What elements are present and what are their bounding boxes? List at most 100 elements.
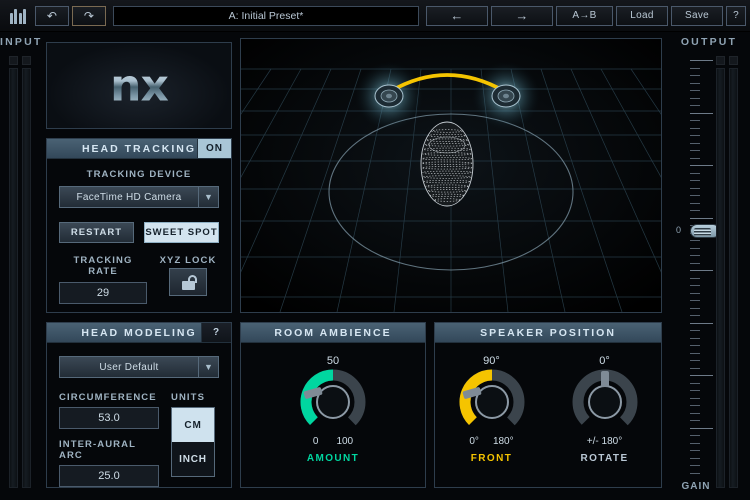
head-profile-dropdown[interactable]: User Default ▼ [59, 356, 219, 378]
next-preset-button[interactable]: → [491, 5, 553, 26]
waves-logo-icon [4, 5, 32, 27]
rotate-knob-graphic [572, 369, 637, 435]
front-knob-value: 90° [483, 355, 500, 367]
units-label: UNITS [171, 392, 205, 403]
front-knob[interactable] [459, 369, 525, 435]
input-meters [9, 56, 31, 488]
unit-option-cm[interactable]: CM [172, 408, 214, 442]
unlock-icon [181, 274, 197, 290]
xyz-lock-button[interactable] [169, 268, 207, 296]
tracking-device-label: TRACKING DEVICE [86, 169, 192, 180]
undo-button[interactable]: ↶ [35, 5, 69, 26]
copy-a-to-b-button[interactable]: A→B [556, 5, 613, 26]
restart-button[interactable]: RESTART [59, 222, 134, 243]
front-knob-label: FRONT [470, 453, 513, 464]
amount-knob-cell: 50 0 100 AMOUNT [283, 355, 383, 464]
output-meter-right [729, 56, 738, 488]
right-speaker [491, 84, 521, 108]
input-meter-right [22, 56, 31, 488]
help-button[interactable]: ? [726, 5, 746, 26]
head-modeling-title: HEAD MODELING [81, 326, 197, 339]
previous-preset-button[interactable]: ← [426, 5, 488, 26]
amount-knob[interactable] [300, 369, 366, 435]
room-ambience-title: ROOM AMBIENCE [274, 326, 392, 339]
wireframe-head [420, 121, 474, 207]
tracking-rate-value[interactable]: 29 [59, 282, 147, 304]
output-clip-right[interactable] [729, 56, 738, 65]
head-tracking-header: HEAD TRACKING ON [47, 139, 231, 159]
room-ambience-panel: ROOM AMBIENCE 50 0 100 AMOUNT [240, 322, 426, 488]
output-rail: OUTPUT 0 GAIN [668, 32, 750, 500]
rotate-knob[interactable] [572, 369, 638, 435]
sweet-spot-button[interactable]: SWEET SPOT [144, 222, 219, 243]
circumference-value[interactable]: 53.0 [59, 407, 159, 429]
fader-scale-ticks [690, 56, 716, 486]
rotate-knob-label: ROTATE [580, 453, 629, 464]
output-meter-left [716, 56, 725, 488]
speaker-position-title: SPEAKER POSITION [480, 326, 616, 339]
tracking-device-dropdown[interactable]: FaceTime HD Camera ▼ [59, 186, 219, 208]
input-rail: INPUT [0, 32, 42, 500]
redo-button[interactable]: ↷ [72, 5, 106, 26]
rotate-knob-value: 0° [599, 355, 610, 367]
unit-option-inch[interactable]: INCH [172, 442, 214, 476]
interaural-arc-label: INTER-AURAL ARC [59, 439, 136, 461]
head-tracking-panel: HEAD TRACKING ON TRACKING DEVICE FaceTim… [46, 138, 232, 313]
head-modeling-panel: HEAD MODELING ? User Default ▼ CIRCUMFER… [46, 322, 232, 488]
redo-icon: ↷ [83, 8, 95, 23]
undo-icon: ↶ [46, 8, 58, 23]
head-modeling-header: HEAD MODELING ? [47, 323, 231, 343]
nx-logo-panel: nx [46, 42, 232, 129]
head-tracking-title: HEAD TRACKING [81, 142, 197, 155]
amount-knob-label: AMOUNT [306, 453, 360, 464]
circumference-label: CIRCUMFERENCE [59, 392, 157, 403]
chevron-down-icon: ▼ [198, 357, 218, 377]
top-toolbar: ↶ ↷ A: Initial Preset* ← → A→B Load Save… [0, 0, 750, 32]
units-selector: CM INCH [171, 407, 215, 477]
front-knob-cell: 90° 0° 180° FRONT [442, 355, 542, 464]
room-ambience-header: ROOM AMBIENCE [241, 323, 425, 343]
preset-name-display[interactable]: A: Initial Preset* [113, 5, 419, 26]
output-meter-track-left [716, 68, 725, 488]
head-modeling-help-button[interactable]: ? [201, 323, 231, 342]
room-visualization-graphic [241, 39, 661, 312]
speaker-position-panel: SPEAKER POSITION 90° 0° 180° FRONT 0° +/… [434, 322, 662, 488]
output-meter-track-right [729, 68, 738, 488]
head-tracking-on-toggle[interactable]: ON [197, 139, 231, 158]
front-knob-max: 180° [492, 436, 514, 447]
rotate-knob-cell: 0° +/- 180° ROTATE [555, 355, 655, 464]
rotate-knob-scale: +/- 180° [586, 436, 623, 447]
gain-label: GAIN [681, 481, 711, 492]
tracking-rate-label: TRACKING RATE [73, 255, 133, 277]
input-clip-right[interactable] [22, 56, 31, 65]
input-meter-track-right [22, 68, 31, 488]
output-label: OUTPUT [680, 36, 738, 48]
head-profile-value: User Default [99, 361, 159, 373]
front-knob-min: 0° [469, 436, 479, 447]
amount-knob-scale: 0 100 [283, 436, 383, 447]
front-knob-scale: 0° 180° [442, 436, 542, 447]
chevron-down-icon: ▼ [198, 187, 218, 207]
input-meter-left [9, 56, 18, 488]
amount-knob-graphic [300, 369, 366, 435]
plugin-window: ↶ ↷ A: Initial Preset* ← → A→B Load Save… [0, 0, 750, 500]
tracking-device-value: FaceTime HD Camera [76, 191, 182, 203]
speaker-position-header: SPEAKER POSITION [435, 323, 661, 343]
load-button[interactable]: Load [616, 5, 668, 26]
amount-knob-max: 100 [336, 436, 354, 447]
fader-zero-label: 0 [676, 225, 682, 235]
nx-logo: nx [47, 60, 231, 111]
room-visualization[interactable] [240, 38, 662, 313]
input-label: INPUT [0, 36, 43, 48]
input-meter-track-left [9, 68, 18, 488]
left-speaker [374, 84, 404, 108]
xyz-lock-label: XYZ LOCK [159, 255, 217, 266]
front-knob-graphic [459, 369, 524, 435]
amount-knob-min: 0 [312, 436, 319, 447]
interaural-arc-value[interactable]: 25.0 [59, 465, 159, 487]
input-clip-left[interactable] [9, 56, 18, 65]
save-button[interactable]: Save [671, 5, 723, 26]
output-clip-left[interactable] [716, 56, 725, 65]
amount-knob-value: 50 [326, 355, 340, 367]
output-meters [716, 56, 738, 488]
